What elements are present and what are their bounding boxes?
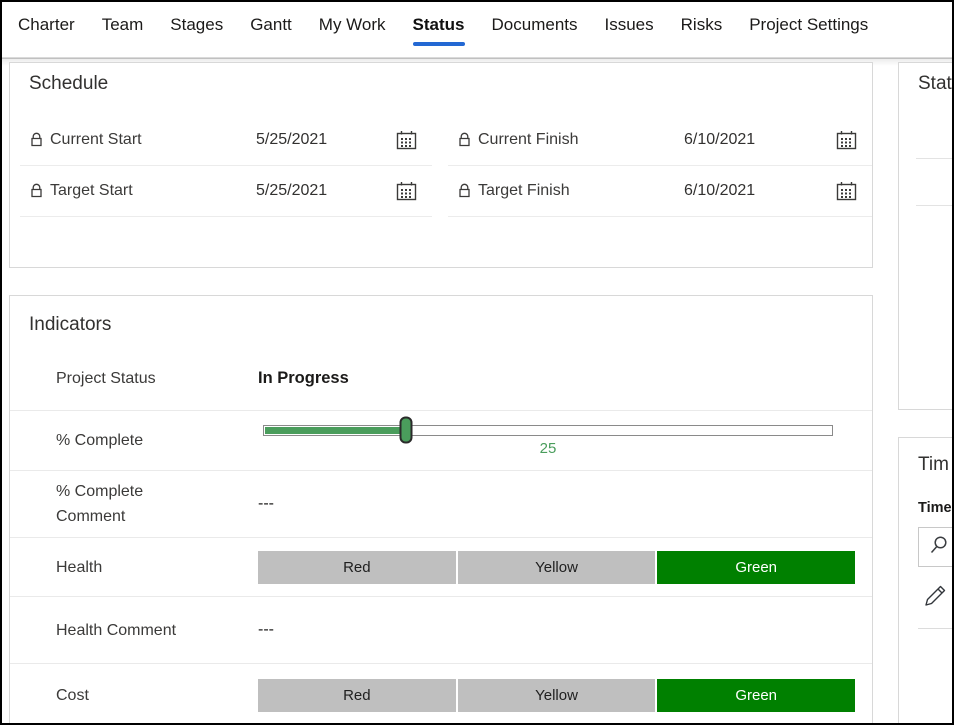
indicators-title: Indicators	[29, 314, 112, 335]
right-status-card: Stat	[898, 62, 952, 410]
cost-green-button[interactable]: Green	[657, 678, 856, 712]
tab-my-work[interactable]: My Work	[319, 15, 386, 57]
top-nav: Charter Team Stages Gantt My Work Status…	[2, 2, 952, 59]
tab-gantt[interactable]: Gantt	[250, 15, 292, 57]
search-input[interactable]	[918, 527, 952, 567]
health-row: Health Red Yellow Green	[10, 538, 872, 597]
tab-status-label: Status	[412, 15, 465, 34]
health-yellow-button[interactable]: Yellow	[457, 550, 656, 584]
right-time-card: Tim Time	[898, 437, 952, 723]
tab-risks[interactable]: Risks	[681, 15, 723, 57]
field-target-finish: Target Finish 6/10/2021	[448, 166, 872, 217]
cost-red-button[interactable]: Red	[258, 678, 456, 712]
project-status-label: Project Status	[56, 369, 156, 387]
slider-thumb[interactable]	[399, 416, 413, 444]
tab-documents[interactable]: Documents	[492, 15, 578, 57]
tab-charter[interactable]: Charter	[18, 15, 75, 57]
field-target-start: Target Start 5/25/2021	[20, 166, 432, 217]
calendar-icon[interactable]	[395, 129, 418, 152]
right-time-subtitle: Time	[918, 500, 952, 516]
percent-complete-comment-label: % Complete Comment	[56, 483, 144, 525]
pencil-icon	[923, 585, 949, 614]
health-label: Health	[56, 558, 103, 576]
tab-project-settings[interactable]: Project Settings	[749, 15, 868, 57]
field-label: Current Start	[50, 131, 142, 148]
slider-fill	[265, 426, 405, 434]
status-page: Charter Team Stages Gantt My Work Status…	[0, 0, 954, 725]
lock-icon	[29, 183, 44, 199]
percent-complete-comment-row: % Complete Comment ---	[10, 471, 872, 538]
right-time-title: Tim	[918, 454, 949, 475]
field-value: 5/25/2021	[256, 131, 328, 148]
project-status-row: Project Status In Progress	[10, 346, 872, 411]
health-red-button[interactable]: Red	[258, 550, 456, 584]
field-label: Target Finish	[478, 182, 570, 199]
health-green-button[interactable]: Green	[657, 550, 856, 584]
search-icon	[928, 534, 950, 561]
cost-label: Cost	[56, 686, 89, 704]
field-value: 6/10/2021	[684, 131, 756, 148]
indicators-card: Indicators Project Status In Progress % …	[9, 295, 873, 723]
edit-button[interactable]	[923, 582, 952, 615]
tab-status[interactable]: Status	[412, 15, 465, 57]
field-label: Target Start	[50, 182, 133, 199]
active-tab-underline	[412, 42, 465, 46]
calendar-icon[interactable]	[835, 180, 858, 203]
schedule-card: Schedule Current Start 5/25/2021 Current…	[9, 62, 873, 268]
tab-stages[interactable]: Stages	[170, 15, 223, 57]
tab-team[interactable]: Team	[102, 15, 144, 57]
divider	[918, 628, 952, 629]
divider	[916, 205, 952, 206]
health-comment-label: Health Comment	[56, 621, 177, 639]
lock-icon	[457, 132, 472, 148]
cost-row: Cost Red Yellow Green	[10, 664, 872, 723]
health-comment-value[interactable]: ---	[258, 621, 274, 639]
percent-complete-row: % Complete 25	[10, 411, 872, 471]
health-segmented-control: Red Yellow Green	[258, 550, 856, 584]
schedule-fields: Current Start 5/25/2021 Current Finish 6…	[20, 115, 872, 217]
percent-complete-label: % Complete	[56, 432, 144, 449]
health-comment-row: Health Comment ---	[10, 597, 872, 664]
right-status-title: Stat	[918, 73, 952, 94]
percent-complete-readout: 25	[539, 439, 557, 457]
project-status-value: In Progress	[258, 368, 349, 387]
percent-complete-comment-value[interactable]: ---	[258, 495, 274, 513]
schedule-title: Schedule	[29, 73, 109, 94]
cost-yellow-button[interactable]: Yellow	[457, 678, 656, 712]
divider	[916, 158, 952, 159]
field-value: 6/10/2021	[684, 182, 756, 199]
calendar-icon[interactable]	[395, 180, 418, 203]
field-label: Current Finish	[478, 131, 579, 148]
lock-icon	[29, 132, 44, 148]
cost-segmented-control: Red Yellow Green	[258, 678, 856, 712]
field-current-finish: Current Finish 6/10/2021	[448, 115, 872, 166]
field-value: 5/25/2021	[256, 182, 328, 199]
field-current-start: Current Start 5/25/2021	[20, 115, 432, 166]
percent-complete-slider[interactable]	[263, 416, 833, 444]
calendar-icon[interactable]	[835, 129, 858, 152]
tab-issues[interactable]: Issues	[605, 15, 654, 57]
lock-icon	[457, 183, 472, 199]
